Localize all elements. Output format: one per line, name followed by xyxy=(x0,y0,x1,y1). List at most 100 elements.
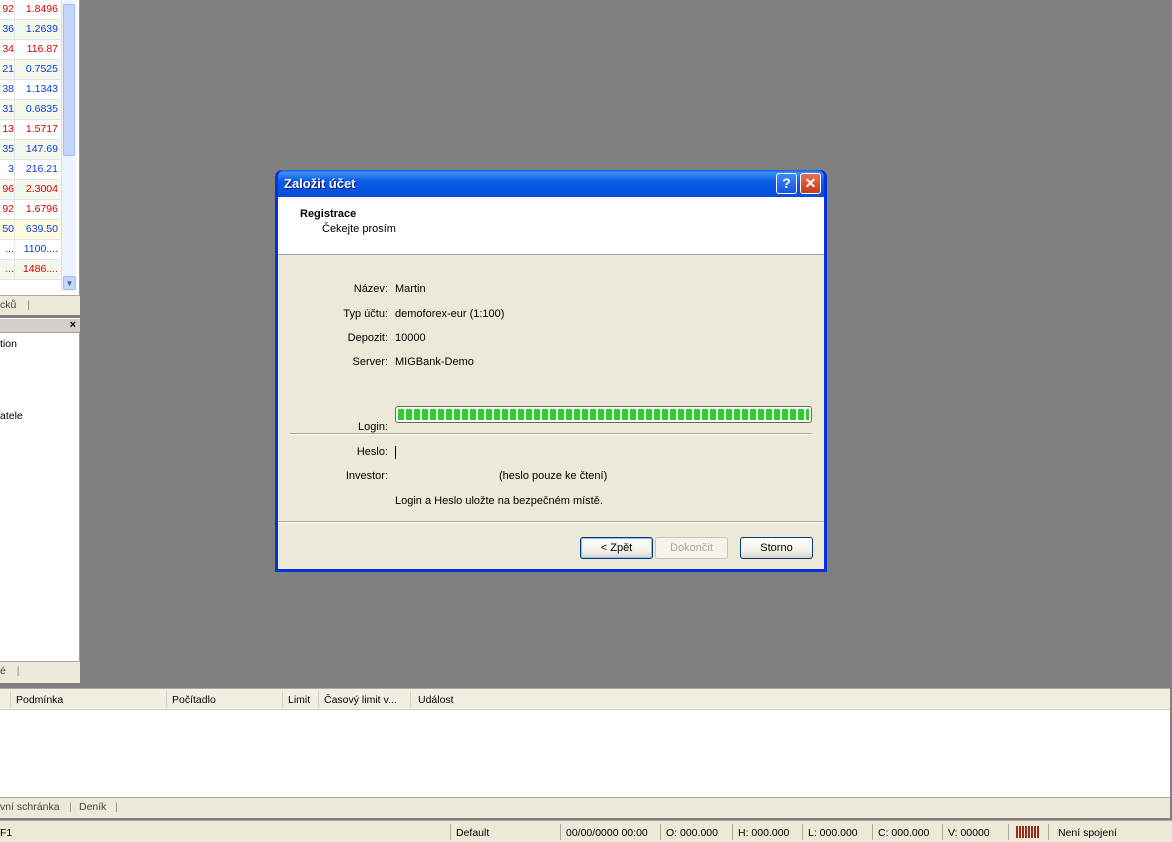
dialog-title-bar[interactable]: Založit účet ? ✕ xyxy=(278,170,824,197)
market-watch-row[interactable]: 50 639.50 xyxy=(0,220,61,240)
status-open: O: 000.000 xyxy=(666,827,718,839)
bid-price: ... xyxy=(0,240,15,259)
terminal-tabs: vní schránka | Deník | xyxy=(0,797,1170,818)
ask-price: 1.5717 xyxy=(25,123,58,135)
column-time-limit[interactable]: Časový limit v... xyxy=(324,694,397,706)
name-value: Martin xyxy=(395,283,426,295)
tab-journal[interactable]: Deník xyxy=(79,801,106,813)
scroll-down-arrow-icon[interactable]: ▼ xyxy=(63,276,76,290)
dialog-title: Založit účet xyxy=(284,176,356,191)
status-connection: Není spojení xyxy=(1058,827,1117,839)
account-type-label: Typ účtu: xyxy=(343,308,388,320)
account-type-value: demoforex-eur (1:100) xyxy=(395,308,505,320)
status-bar: F1 Default 00/00/0000 00:00 O: 000.000 H… xyxy=(0,820,1172,842)
market-watch-row[interactable]: ... 1100.... xyxy=(0,240,61,260)
login-field[interactable] xyxy=(395,446,396,459)
header-subtitle: Čekejte prosím xyxy=(322,223,396,235)
back-button[interactable]: < Zpět xyxy=(580,537,653,559)
status-high: H: 000.000 xyxy=(738,827,790,839)
bid-price: 96 xyxy=(0,180,15,199)
registration-progress-bar xyxy=(395,406,812,423)
column-counter[interactable]: Počítadlo xyxy=(172,694,216,706)
ask-price: 1.2639 xyxy=(25,23,58,35)
navigator-tabs: é | xyxy=(0,661,80,683)
market-watch-row[interactable]: 36 1.2639 xyxy=(0,20,61,40)
bid-price: ... xyxy=(0,260,15,279)
ask-price: 639.50 xyxy=(25,223,58,235)
market-watch-row[interactable]: ... 1486.... xyxy=(0,260,61,280)
bid-price: 13 xyxy=(0,120,15,139)
ask-price: 216.21 xyxy=(25,163,58,175)
tab-mailbox[interactable]: vní schránka xyxy=(0,801,60,813)
market-watch-row[interactable]: 92 1.8496 xyxy=(0,0,61,20)
dialog-client-area: Registrace Čekejte prosím Název: Martin … xyxy=(278,197,824,569)
deposit-value: 10000 xyxy=(395,332,426,344)
ask-price: 2.3004 xyxy=(25,183,58,195)
tab-navigator-favorites[interactable]: é xyxy=(0,662,6,677)
market-watch-row[interactable]: 96 2.3004 xyxy=(0,180,61,200)
bid-price: 21 xyxy=(0,60,15,79)
market-watch-row[interactable]: 38 1.1343 xyxy=(0,80,61,100)
ask-price: 1.1343 xyxy=(25,83,58,95)
market-watch-row[interactable]: 3 216.21 xyxy=(0,160,61,180)
market-watch-panel: 92 1.8496 36 1.2639 34 116.87 21 0.7525 38 1.1343… xyxy=(0,0,80,295)
ask-price: 1.8496 xyxy=(25,3,58,15)
progress-fill xyxy=(398,409,809,420)
column-condition[interactable]: Podmínka xyxy=(16,694,63,706)
navigator-panel: tion atele xyxy=(0,333,80,661)
deposit-label: Depozit: xyxy=(347,332,388,344)
tab-market-watch-ticks[interactable]: cků xyxy=(0,296,16,311)
terminal-column-header: Podmínka Počítadlo Limit Časový limit v.… xyxy=(0,688,1170,710)
close-icon[interactable]: ✕ xyxy=(800,173,821,194)
market-watch-row[interactable]: 13 1.5717 xyxy=(0,120,61,140)
ask-price: 1.6796 xyxy=(25,203,58,215)
ask-price: 147.69 xyxy=(25,143,58,155)
close-icon[interactable]: × xyxy=(70,319,76,331)
market-watch-row[interactable]: 35 147.69 xyxy=(0,140,61,160)
column-event[interactable]: Událost xyxy=(418,694,454,706)
save-credentials-note: Login a Heslo uložte na bezpečném místě. xyxy=(395,495,603,507)
login-label: Login: xyxy=(358,421,388,433)
investor-note: (heslo pouze ke čtení) xyxy=(499,470,608,482)
column-limit[interactable]: Limit xyxy=(288,694,310,706)
create-account-dialog: Založit účet ? ✕ Registrace Čekejte pros… xyxy=(275,170,827,572)
cancel-button[interactable]: Storno xyxy=(740,537,813,559)
market-watch-scrollbar[interactable]: ▼ xyxy=(61,0,76,291)
status-profile: Default xyxy=(456,827,490,839)
divider xyxy=(290,433,812,435)
market-watch-row[interactable]: 21 0.7525 xyxy=(0,60,61,80)
help-icon[interactable]: ? xyxy=(776,173,797,194)
status-datetime: 00/00/0000 00:00 xyxy=(566,827,648,839)
market-watch-row[interactable]: 34 116.87 xyxy=(0,40,61,60)
terminal-body xyxy=(0,710,1170,798)
ask-price: 0.6835 xyxy=(25,103,58,115)
status-low: L: 000.000 xyxy=(808,827,858,839)
header-title: Registrace xyxy=(300,208,357,220)
scrollbar-thumb[interactable] xyxy=(63,4,75,156)
status-close: C: 000.000 xyxy=(878,827,930,839)
bid-price: 31 xyxy=(0,100,15,119)
bid-price: 92 xyxy=(0,200,15,219)
bid-price: 92 xyxy=(0,0,15,19)
status-volume: V: 00000 xyxy=(948,827,990,839)
ask-price: 116.87 xyxy=(26,43,58,55)
server-value: MIGBank-Demo xyxy=(395,356,474,368)
bid-price: 38 xyxy=(0,80,15,99)
bid-price: 50 xyxy=(0,220,15,239)
server-label: Server: xyxy=(352,356,388,368)
navigator-item[interactable]: tion xyxy=(0,338,17,350)
market-watch-tabs: cků | xyxy=(0,295,80,315)
bid-price: 36 xyxy=(0,20,15,39)
market-watch-row[interactable]: 31 0.6835 xyxy=(0,100,61,120)
navigator-item[interactable]: atele xyxy=(0,410,23,422)
dialog-header: Registrace Čekejte prosím xyxy=(278,197,824,255)
navigator-header: × xyxy=(0,318,80,333)
name-label: Název: xyxy=(353,283,388,295)
connection-bars-icon xyxy=(1016,826,1040,838)
ask-price: 1100.... xyxy=(23,243,58,255)
market-watch-row[interactable]: 92 1.6796 xyxy=(0,200,61,220)
password-label: Heslo: xyxy=(356,446,388,458)
finish-button[interactable]: Dokončit xyxy=(655,537,728,559)
bid-price: 34 xyxy=(0,40,15,59)
market-watch-list: 92 1.8496 36 1.2639 34 116.87 21 0.7525 38 1.1343… xyxy=(0,0,61,280)
